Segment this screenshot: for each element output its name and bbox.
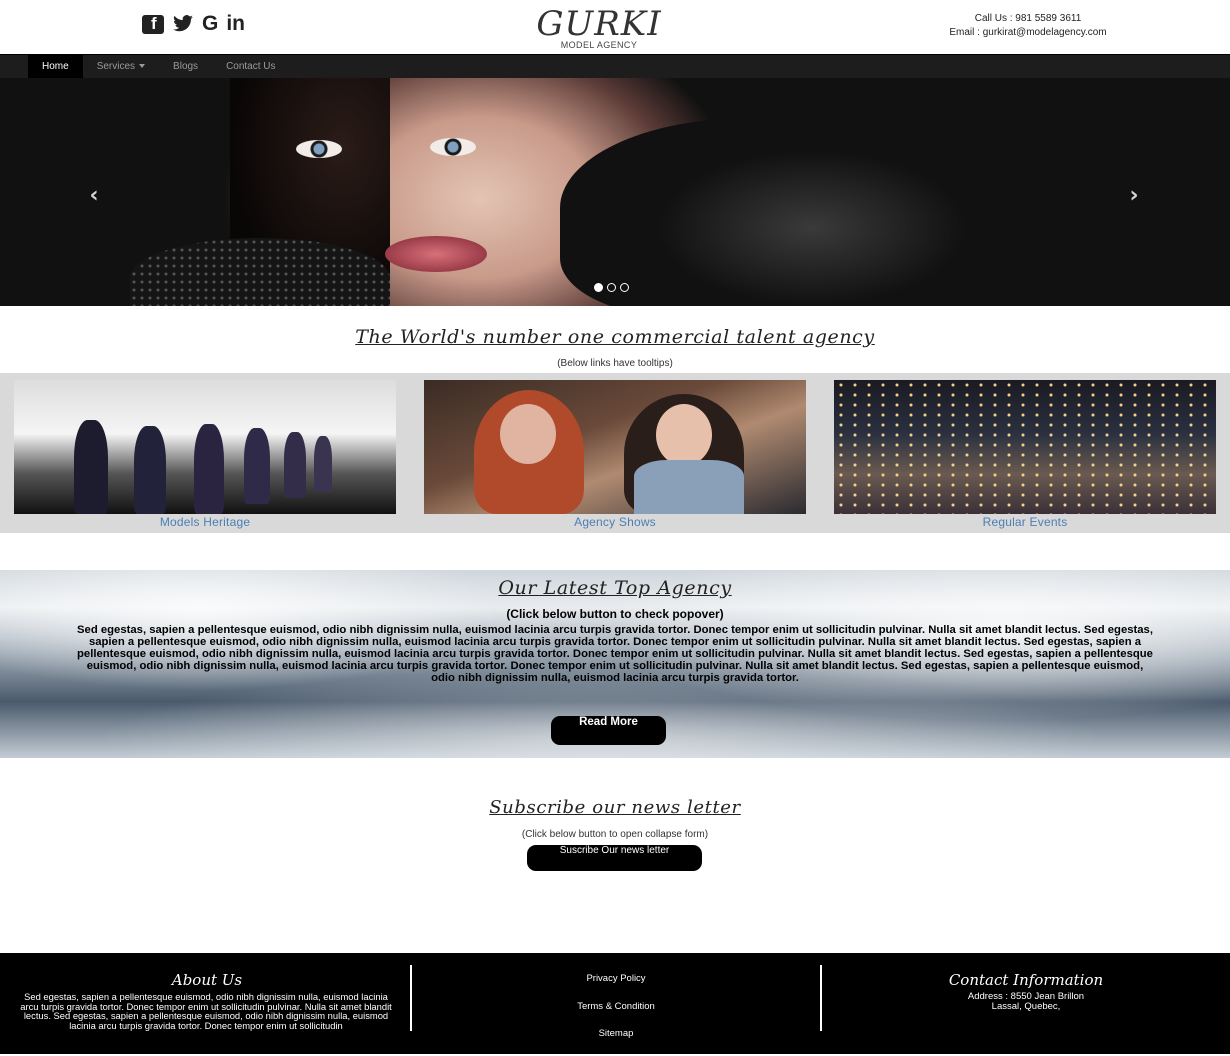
twitter-icon[interactable] (172, 14, 194, 34)
tooltip-note: (Below links have tooltips) (557, 358, 673, 369)
carousel-dot[interactable] (594, 283, 603, 292)
main-navbar: Home Services Blogs Contact Us (0, 54, 1230, 78)
footer-address-line2: Lassal, Quebec, (991, 1001, 1061, 1012)
hero-eye-right (430, 138, 476, 156)
footer-divider (820, 965, 822, 1031)
social-links: G in (142, 12, 245, 35)
footer-links: Privacy Policy Terms & Condition Sitemap (412, 973, 820, 1056)
read-more-button[interactable]: Read More (551, 716, 666, 745)
section-title-agency: Our Latest Top Agency (498, 577, 732, 599)
subscribe-note: (Click below button to open collapse for… (521, 829, 709, 840)
hero-eye-left (296, 140, 342, 158)
footer-contact-title: Contact Information (948, 971, 1104, 989)
subscribe-button[interactable]: Suscribe Our news letter (527, 845, 702, 871)
card-label-regular-events[interactable]: Regular Events (834, 515, 1216, 529)
card-image-agency-shows[interactable] (424, 380, 806, 514)
section-title-world: The World's number one commercial talent… (355, 326, 875, 348)
nav-contact[interactable]: Contact Us (212, 55, 289, 78)
nav-home-label: Home (42, 61, 69, 72)
nav-blogs-label: Blogs (173, 61, 199, 72)
caret-down-icon (139, 64, 146, 69)
site-footer: About Us Sed egestas, sapien a pellentes… (0, 953, 1230, 1054)
carousel-next-icon[interactable]: › (1124, 185, 1144, 207)
facebook-icon[interactable] (142, 14, 164, 34)
agency-paragraph: Sed egestas, sapien a pellentesque euism… (77, 624, 1153, 684)
popover-note: (Click below button to check popover) (506, 607, 724, 621)
nav-contact-label: Contact Us (226, 61, 276, 72)
agency-section: Our Latest Top Agency (Click below butto… (0, 570, 1230, 758)
carousel-dot[interactable] (620, 283, 629, 292)
card-label-agency-shows[interactable]: Agency Shows (424, 515, 806, 529)
nav-blogs[interactable]: Blogs (159, 55, 212, 78)
card-image-models-heritage[interactable] (14, 380, 396, 514)
carousel-dot[interactable] (607, 283, 616, 292)
logo-name: GURKI (536, 4, 662, 44)
section-title-subscribe: Subscribe our news letter (489, 797, 741, 818)
footer-link-sitemap[interactable]: Sitemap (412, 1028, 820, 1039)
hero-carousel: ‹ › (0, 78, 1230, 306)
header-email: Email : gurkirat@modelagency.com (949, 27, 1107, 38)
carousel-prev-icon[interactable]: ‹ (84, 185, 104, 207)
footer-address: Address : 8550 Jean Brillon Lassal, Queb… (824, 992, 1228, 1012)
site-header: G in GURKI MODEL AGENCY Call Us : 981 55… (0, 0, 1230, 54)
card-label-models-heritage[interactable]: Models Heritage (14, 515, 396, 529)
card-image-regular-events[interactable] (834, 380, 1216, 514)
nav-home[interactable]: Home (28, 55, 83, 78)
nav-services[interactable]: Services (83, 55, 159, 78)
hero-lips (385, 236, 487, 272)
carousel-indicators (594, 283, 629, 292)
footer-about-text: Sed egestas, sapien a pellentesque euism… (20, 992, 392, 1032)
header-phone: Call Us : 981 5589 3611 (974, 13, 1082, 24)
google-plus-icon[interactable]: G (202, 12, 218, 35)
feature-gallery: Models Heritage Agency Shows Regular Eve… (0, 373, 1230, 533)
footer-about-title: About Us (171, 971, 243, 989)
brand-logo[interactable]: GURKI MODEL AGENCY (525, 7, 673, 50)
footer-link-terms[interactable]: Terms & Condition (412, 1001, 820, 1012)
footer-link-privacy[interactable]: Privacy Policy (412, 973, 820, 984)
linkedin-icon[interactable]: in (226, 12, 245, 35)
header-contact: Call Us : 981 5589 3611 Email : gurkirat… (880, 12, 1176, 40)
nav-services-label: Services (96, 61, 136, 72)
